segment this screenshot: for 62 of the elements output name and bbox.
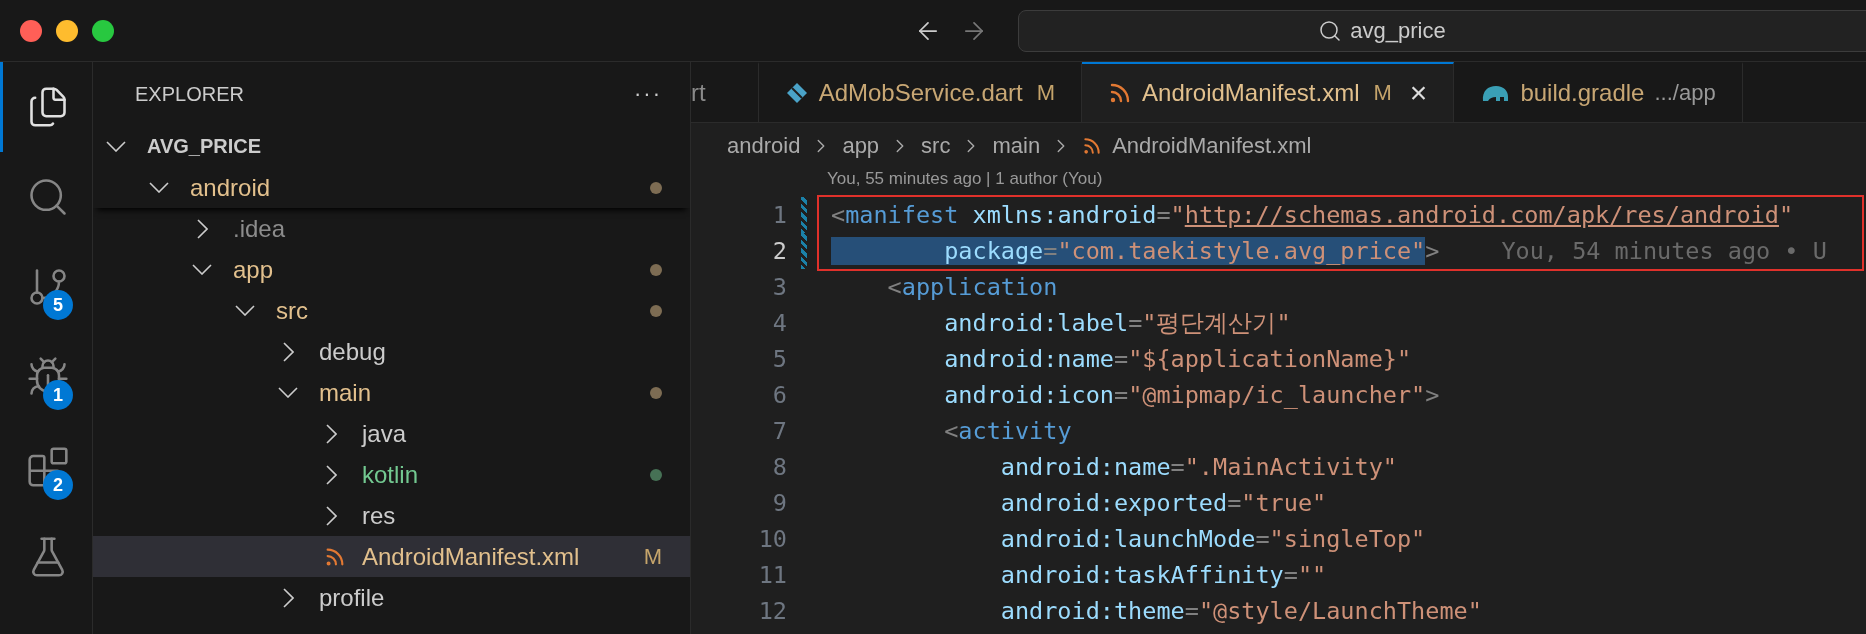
- chevron-down-icon: [192, 264, 212, 275]
- line-number: 1: [771, 201, 787, 229]
- activity-bar-item[interactable]: 1: [0, 332, 92, 422]
- code-line: android:launchMode="singleTop": [999, 525, 1426, 553]
- sidebar-title: EXPLORER: [135, 82, 244, 106]
- chevron-right-icon: [282, 341, 294, 362]
- activity-bar-item[interactable]: 5: [0, 242, 92, 332]
- code-line: <manifest xmlns:android="http://schemas.android.com/apk/res/android": [831, 201, 1794, 229]
- chevron-down-icon: [278, 387, 298, 398]
- code-line: <activity: [943, 417, 1072, 445]
- breadcrumb-item[interactable]: src: [921, 133, 951, 159]
- breadcrumb-item[interactable]: AndroidManifest.xml: [1112, 133, 1312, 159]
- chevron-right-icon: [325, 464, 337, 485]
- zoom-window-button[interactable]: [92, 19, 114, 42]
- line-number: 7: [771, 417, 787, 445]
- line-number: 2: [771, 237, 787, 265]
- breadcrumb-item[interactable]: main: [992, 133, 1041, 159]
- rss-icon: [1082, 136, 1103, 156]
- line-number: 9: [771, 489, 787, 517]
- activity-bar-item[interactable]: 2: [0, 422, 92, 512]
- line-number: 5: [771, 345, 787, 373]
- line-number: 3: [771, 273, 787, 301]
- code-line: android:exported="true": [999, 489, 1327, 517]
- code-line: android:theme="@style/LaunchTheme": [999, 597, 1482, 625]
- breadcrumb-item[interactable]: android: [727, 133, 801, 159]
- chevron-down-icon: [235, 305, 255, 316]
- line-number: 11: [757, 561, 787, 589]
- code-line: <application: [886, 273, 1058, 301]
- count-badge: 2: [43, 470, 73, 500]
- chevron-down-icon: [106, 141, 126, 152]
- chevron-right-icon: [325, 423, 337, 444]
- code-line: package="com.taekistyle.avg_price">: [831, 237, 1440, 265]
- count-badge: 1: [43, 380, 73, 410]
- tree-item[interactable]: AndroidManifest.xml M: [93, 536, 690, 577]
- tree-item[interactable]: android: [93, 167, 690, 208]
- count-badge: 5: [43, 290, 73, 320]
- search-icon: [1318, 18, 1343, 43]
- search-field[interactable]: avg_price: [1018, 9, 1866, 52]
- more-actions-button[interactable]: ···: [634, 81, 662, 107]
- code-line: android:icon="@mipmap/ic_launcher">: [943, 381, 1440, 409]
- close-window-button[interactable]: [20, 19, 42, 42]
- blame-annotation: You, 54 minutes ago • U: [1501, 237, 1827, 265]
- line-number: 4: [771, 309, 787, 337]
- code-line: android:label="평단계산기": [943, 308, 1291, 339]
- chevron-right-icon: [325, 505, 337, 526]
- editor-tab[interactable]: rt: [691, 62, 759, 122]
- blame-header: You, 55 minutes ago | 1 author (You): [827, 169, 1103, 188]
- chevron-right-icon: [282, 587, 294, 608]
- code-line: android:taskAffinity="": [999, 561, 1327, 589]
- line-number: 6: [771, 381, 787, 409]
- line-number: 10: [757, 525, 787, 553]
- modified-label: M: [643, 543, 662, 570]
- close-tab-button[interactable]: ×: [1409, 76, 1428, 110]
- minimize-window-button[interactable]: [56, 19, 78, 42]
- code-line: android:name=".MainActivity": [999, 453, 1397, 481]
- line-number: 12: [757, 597, 787, 625]
- breadcrumb-item[interactable]: app: [842, 133, 880, 159]
- code-line: android:name="${applicationName}": [943, 345, 1412, 373]
- chevron-right-icon: [196, 218, 208, 239]
- editor-tab[interactable]: AndroidManifest.xml M ×: [1082, 62, 1455, 122]
- line-number: 8: [771, 453, 787, 481]
- chevron-down-icon: [149, 182, 169, 193]
